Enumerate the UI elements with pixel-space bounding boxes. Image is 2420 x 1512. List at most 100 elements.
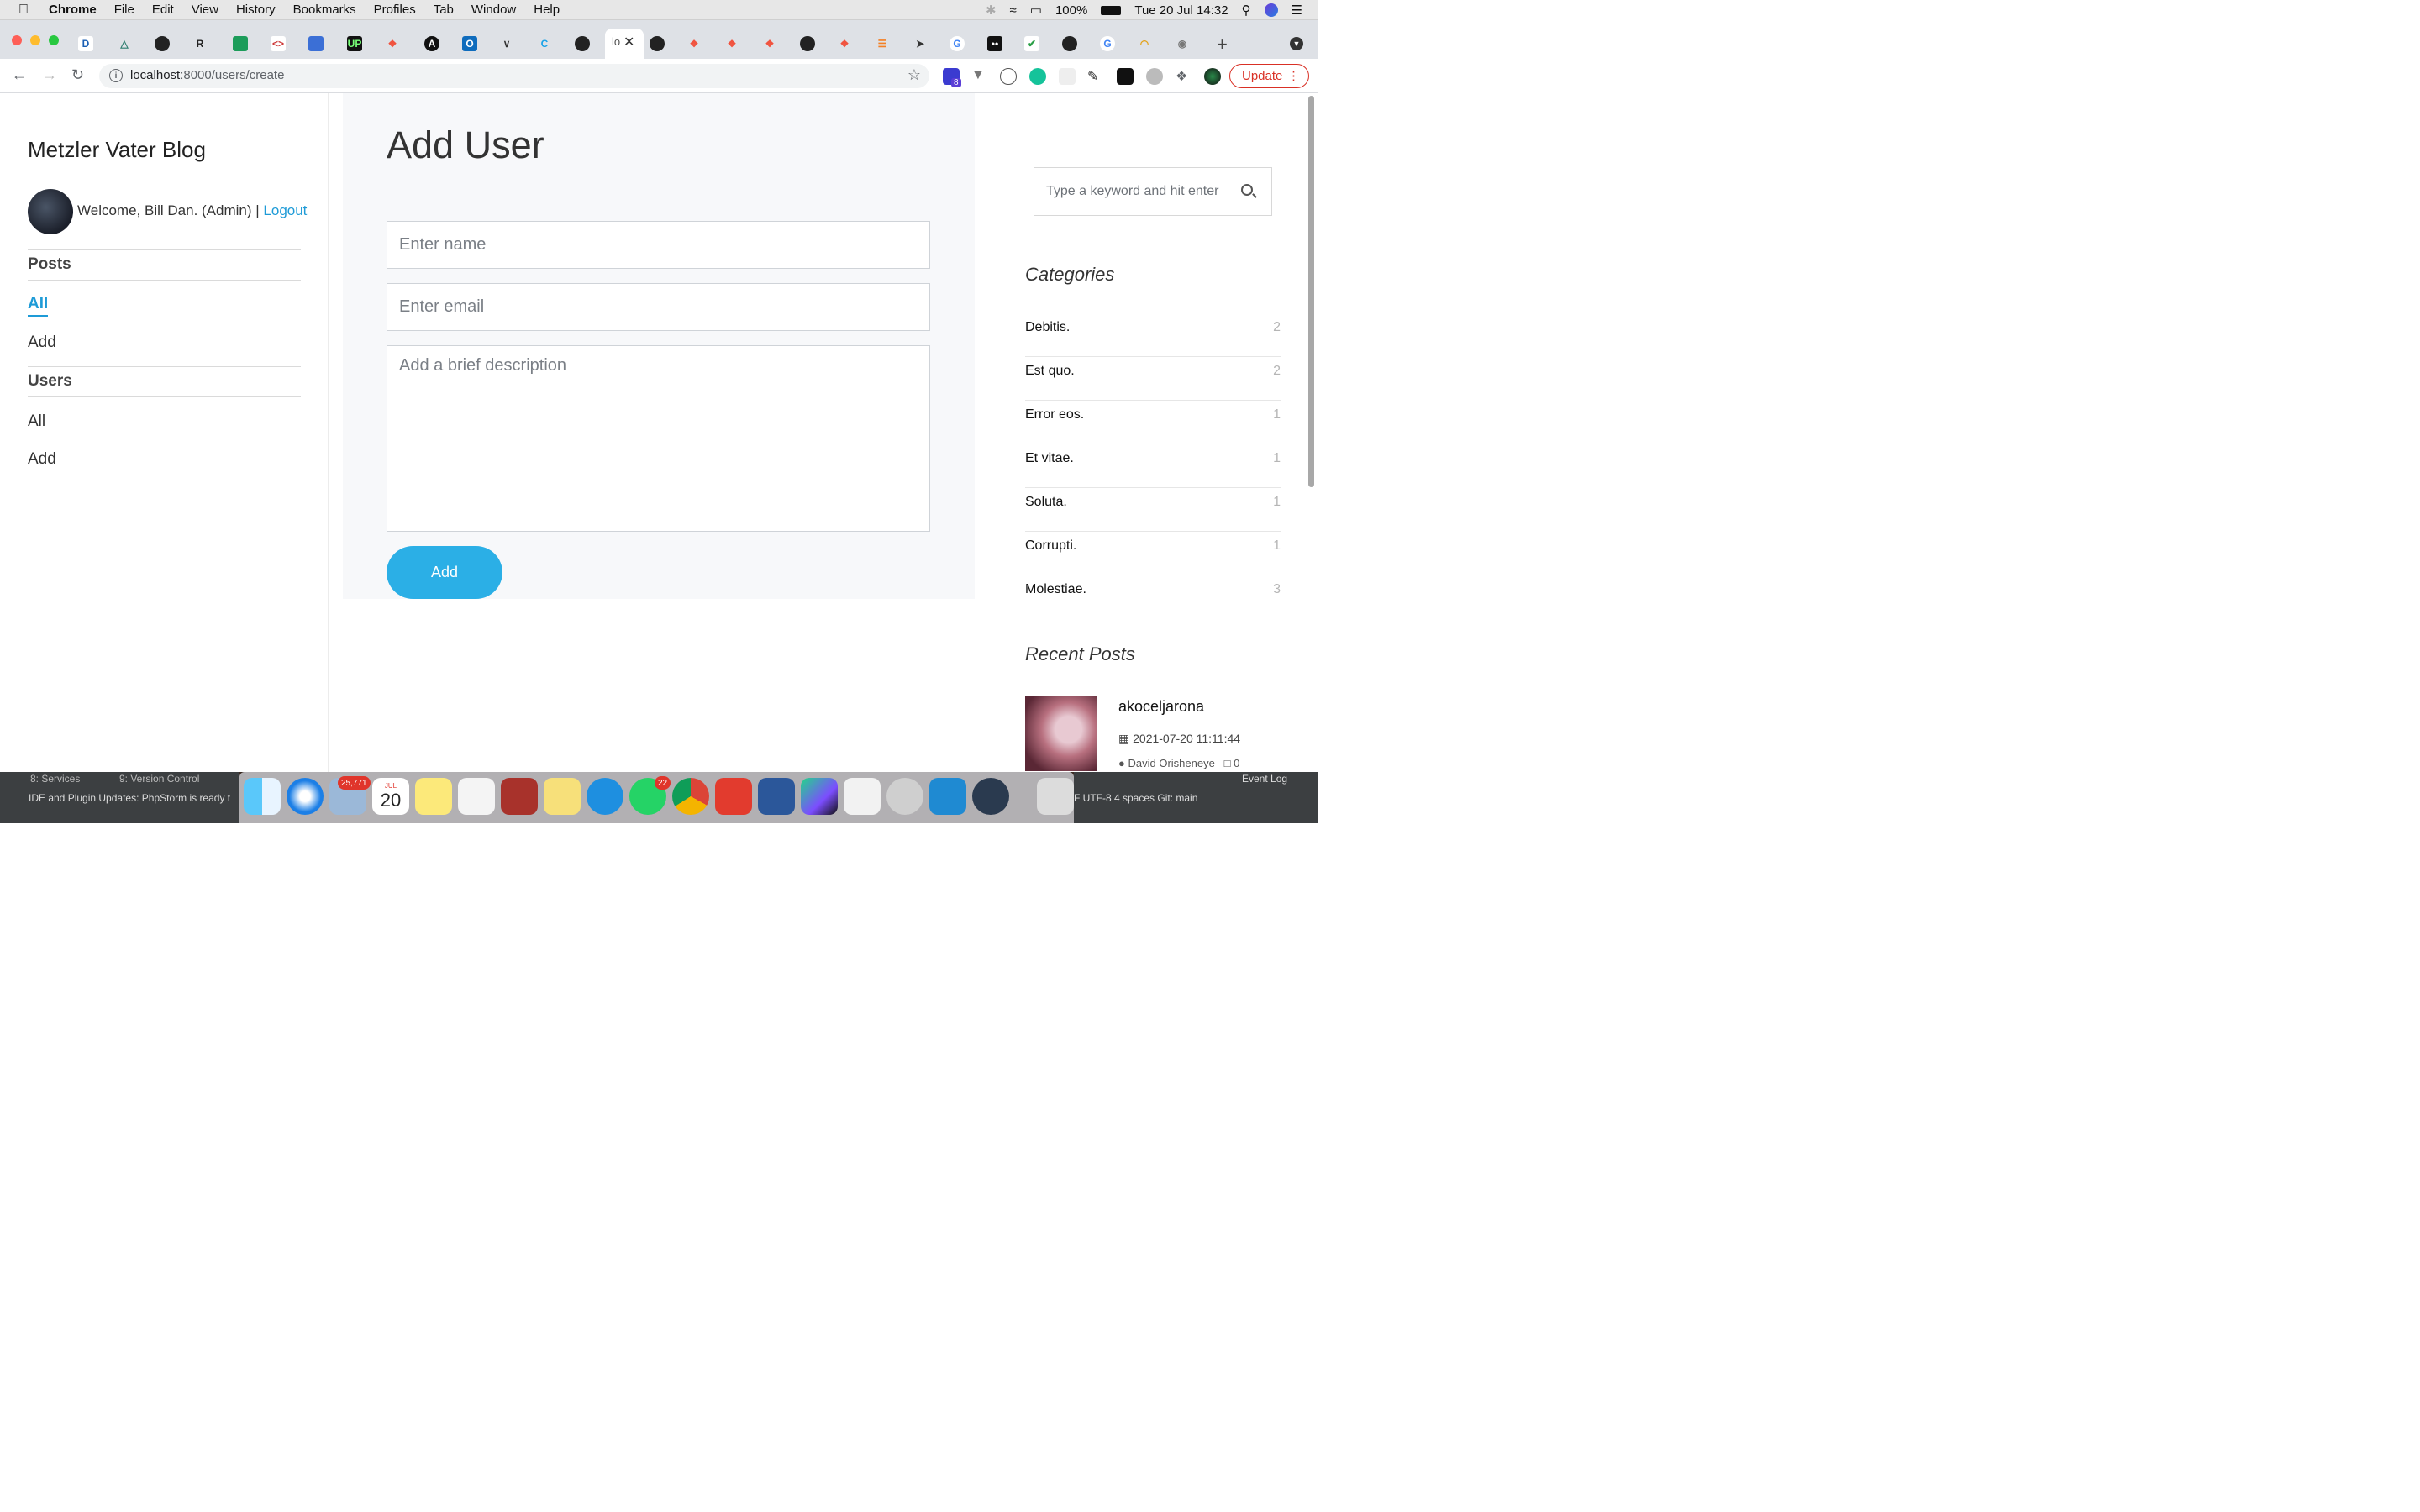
post-thumbnail[interactable] — [1025, 696, 1097, 771]
menu-view[interactable]: View — [192, 3, 218, 17]
tab-favicon-google[interactable]: G — [950, 36, 965, 51]
menu-profiles[interactable]: Profiles — [374, 3, 416, 17]
clock[interactable]: Tue 20 Jul 14:32 — [1134, 3, 1228, 18]
tab-favicon-card[interactable] — [308, 36, 324, 51]
url-text[interactable]: localhost:8000/users/create — [130, 68, 284, 82]
tab-favicon-laravel-5[interactable]: ❖ — [837, 36, 852, 51]
phpstorm-icon[interactable] — [801, 778, 838, 815]
extension-icon-grid[interactable] — [1059, 68, 1076, 85]
textedit-icon[interactable] — [844, 778, 881, 815]
dictionary-icon[interactable] — [501, 778, 538, 815]
menu-edit[interactable]: Edit — [152, 3, 174, 17]
simplenote-icon[interactable] — [587, 778, 623, 815]
name-input[interactable] — [387, 221, 930, 269]
tab-favicon-code[interactable]: <> — [271, 36, 286, 51]
address-bar[interactable]: i localhost:8000/users/create ☆ — [99, 64, 929, 88]
menu-bookmarks[interactable]: Bookmarks — [293, 3, 356, 17]
email-input[interactable] — [387, 283, 930, 331]
puzzle-icon[interactable]: ❖ — [1176, 68, 1192, 85]
safari-icon[interactable] — [287, 778, 324, 815]
tab-favicon-github-4[interactable] — [800, 36, 815, 51]
menu-chrome[interactable]: Chrome — [49, 3, 97, 17]
reminders-icon[interactable] — [458, 778, 495, 815]
update-button[interactable]: Update ⋮ — [1229, 64, 1309, 88]
sequel-icon[interactable] — [886, 778, 923, 815]
reload-icon[interactable]: ↻ — [71, 66, 84, 84]
event-log[interactable]: Event Log — [1242, 773, 1287, 785]
pdf-icon[interactable] — [715, 778, 752, 815]
music-icon[interactable] — [1146, 68, 1163, 85]
category-name[interactable]: Corrupti. — [1025, 538, 1076, 554]
chrome-icon[interactable] — [672, 778, 709, 815]
battery-icon[interactable] — [1101, 5, 1122, 15]
active-tab[interactable]: lo ✕ — [605, 29, 644, 59]
tab-favicon-google-2[interactable]: G — [1100, 36, 1115, 51]
trash-icon[interactable] — [1037, 778, 1074, 815]
apple-icon[interactable]:  — [18, 3, 35, 18]
tab-favicon-laravel-4[interactable]: ❖ — [762, 36, 777, 51]
users-add-link[interactable]: Add — [28, 450, 56, 469]
ide-notice[interactable]: IDE and Plugin Updates: PhpStorm is read… — [29, 792, 230, 804]
add-user-button[interactable]: Add — [387, 546, 502, 599]
category-row[interactable]: Molestiae. 3 — [1025, 575, 1281, 619]
search-input[interactable] — [1034, 168, 1228, 215]
category-row[interactable]: Est quo. 2 — [1025, 357, 1281, 401]
tab-favicon-outlook[interactable]: O — [462, 36, 477, 51]
bookmark-star-icon[interactable]: ☆ — [908, 66, 921, 84]
tab-search-icon[interactable]: ▼ — [1290, 37, 1303, 50]
close-window-button[interactable] — [12, 35, 22, 45]
tab-favicon-send[interactable]: ➤ — [913, 36, 928, 51]
menu-window[interactable]: Window — [471, 3, 516, 17]
back-arrow-icon[interactable]: ← — [12, 66, 27, 84]
tab-favicon-a[interactable]: A — [424, 36, 439, 51]
posts-add-link[interactable]: Add — [28, 333, 56, 352]
new-tab-button[interactable]: + — [1217, 34, 1228, 55]
battery-percent[interactable]: 100% — [1055, 3, 1087, 18]
zoom-window-button[interactable] — [49, 35, 59, 45]
stickies-icon[interactable] — [544, 778, 581, 815]
tab-favicon-laravel-3[interactable]: ❖ — [724, 36, 739, 51]
play-icon[interactable] — [1117, 68, 1134, 85]
kebab-menu-icon[interactable]: ⋮ — [1287, 68, 1300, 83]
tab-favicon-shield[interactable]: ∨ — [499, 36, 514, 51]
tab-favicon-laravel[interactable]: ❖ — [385, 36, 400, 51]
tab-favicon-github-3[interactable] — [650, 36, 665, 51]
logout-link[interactable]: Logout — [263, 202, 307, 218]
category-name[interactable]: Est quo. — [1025, 364, 1075, 379]
category-name[interactable]: Error eos. — [1025, 407, 1084, 423]
bluetooth-icon[interactable]: ✱ — [986, 3, 997, 18]
menu-tab[interactable]: Tab — [434, 3, 454, 17]
word-icon[interactable] — [758, 778, 795, 815]
tab-favicon-check[interactable]: ✔ — [1024, 36, 1039, 51]
tab-favicon-stackoverflow[interactable]: ☰ — [875, 36, 890, 51]
profile-avatar[interactable] — [1204, 68, 1221, 85]
extension-icon-code[interactable] — [1000, 68, 1017, 85]
category-name[interactable]: Molestiae. — [1025, 582, 1086, 597]
search-icon[interactable] — [1241, 184, 1253, 196]
description-textarea[interactable] — [387, 345, 930, 532]
category-row[interactable]: Error eos. 1 — [1025, 401, 1281, 444]
menu-help[interactable]: Help — [534, 3, 560, 17]
forward-arrow-icon[interactable]: → — [42, 66, 57, 84]
pencil-icon[interactable]: ✎ — [1087, 68, 1104, 85]
services-tab[interactable]: 8: Services — [30, 773, 80, 785]
tab-favicon-laravel-2[interactable]: ❖ — [687, 36, 702, 51]
control-center-icon[interactable]: ☰ — [1292, 3, 1302, 18]
close-tab-icon[interactable]: ✕ — [623, 34, 634, 50]
tab-favicon-camera[interactable]: ◉ — [1175, 36, 1190, 51]
airplay-icon[interactable]: ▭ — [1030, 3, 1042, 18]
category-row[interactable]: Debitis. 2 — [1025, 313, 1281, 357]
recent-post-title[interactable]: akoceljarona — [1118, 698, 1204, 716]
notes-icon[interactable] — [415, 778, 452, 815]
tab-favicon-github-5[interactable] — [1062, 36, 1077, 51]
tab-favicon-r[interactable]: R — [192, 36, 208, 51]
users-all-link[interactable]: All — [28, 412, 45, 431]
category-row[interactable]: Et vitae. 1 — [1025, 444, 1281, 488]
extension-icon-v[interactable]: ▼ — [971, 68, 988, 85]
tab-favicon-medium[interactable]: •• — [987, 36, 1002, 51]
post-author[interactable]: David Orisheneye — [1128, 757, 1214, 769]
tab-favicon-green[interactable] — [233, 36, 248, 51]
site-info-icon[interactable]: i — [109, 69, 123, 82]
menu-history[interactable]: History — [236, 3, 276, 17]
tab-favicon-c[interactable]: C — [537, 36, 552, 51]
